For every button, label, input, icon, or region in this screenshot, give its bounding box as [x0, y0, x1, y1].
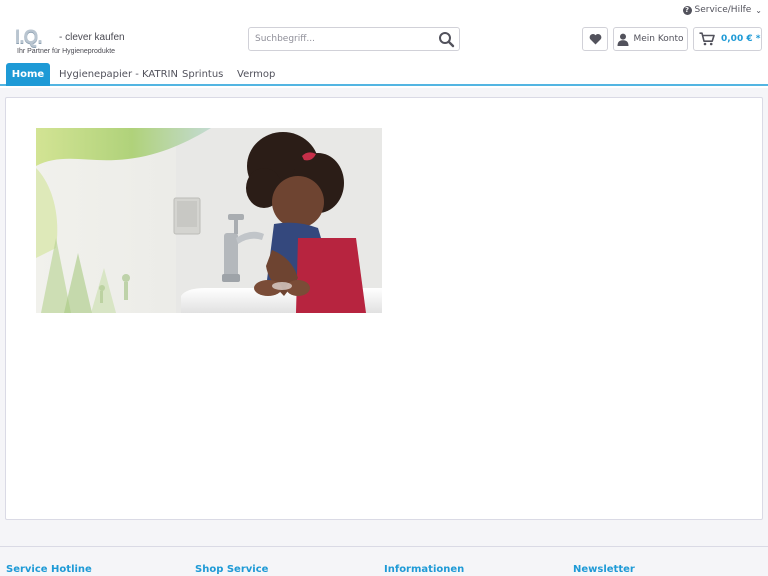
- cart-amount: 0,00 € *: [721, 34, 761, 44]
- footer-heading-informationen: Informationen: [384, 564, 465, 575]
- nav-item-home[interactable]: Home: [6, 63, 50, 86]
- service-help-menu[interactable]: ? Service/Hilfe ⌄: [682, 3, 762, 17]
- cart-button[interactable]: 0,00 € *: [693, 27, 762, 51]
- footer-heading-newsletter: Newsletter: [573, 564, 635, 575]
- search-button[interactable]: [438, 31, 455, 48]
- account-button[interactable]: Mein Konto: [613, 27, 688, 51]
- chevron-down-icon: ⌄: [755, 5, 762, 15]
- cart-icon: [699, 32, 715, 46]
- hero-banner-image[interactable]: [36, 128, 382, 313]
- site-footer: Service Hotline Shop Service Information…: [0, 546, 768, 576]
- logo-claim: - clever kaufen: [59, 32, 125, 43]
- search-input[interactable]: [249, 28, 435, 50]
- main-content: [5, 97, 763, 520]
- nav-item-sprintus[interactable]: Sprintus: [182, 63, 223, 86]
- nav-item-hygienepapier-katrin[interactable]: Hygienepapier - KATRIN: [59, 63, 178, 86]
- main-navigation: Home Hygienepapier - KATRIN Sprintus Ver…: [0, 63, 768, 86]
- logo-mark: I.Q.: [15, 27, 43, 48]
- nav-item-vermop[interactable]: Vermop: [237, 63, 275, 86]
- search-form: [248, 27, 460, 51]
- logo-subline: Ihr Partner für Hygieneprodukte: [17, 48, 116, 55]
- help-icon: ?: [682, 5, 692, 15]
- shop-logo[interactable]: I.Q. - clever kaufen Ihr Partner für Hyg…: [15, 27, 127, 59]
- footer-heading-shop-service: Shop Service: [195, 564, 269, 575]
- service-help-label: Service/Hilfe: [694, 5, 752, 15]
- search-icon: [439, 32, 455, 48]
- heart-icon: [589, 33, 601, 45]
- account-label: Mein Konto: [633, 34, 684, 44]
- site-header: ? Service/Hilfe ⌄ I.Q. - clever kaufen I…: [0, 0, 768, 88]
- user-icon: [617, 33, 629, 46]
- banner-illustration: [36, 128, 382, 313]
- footer-heading-service-hotline: Service Hotline: [6, 564, 92, 575]
- wishlist-button[interactable]: [582, 27, 608, 51]
